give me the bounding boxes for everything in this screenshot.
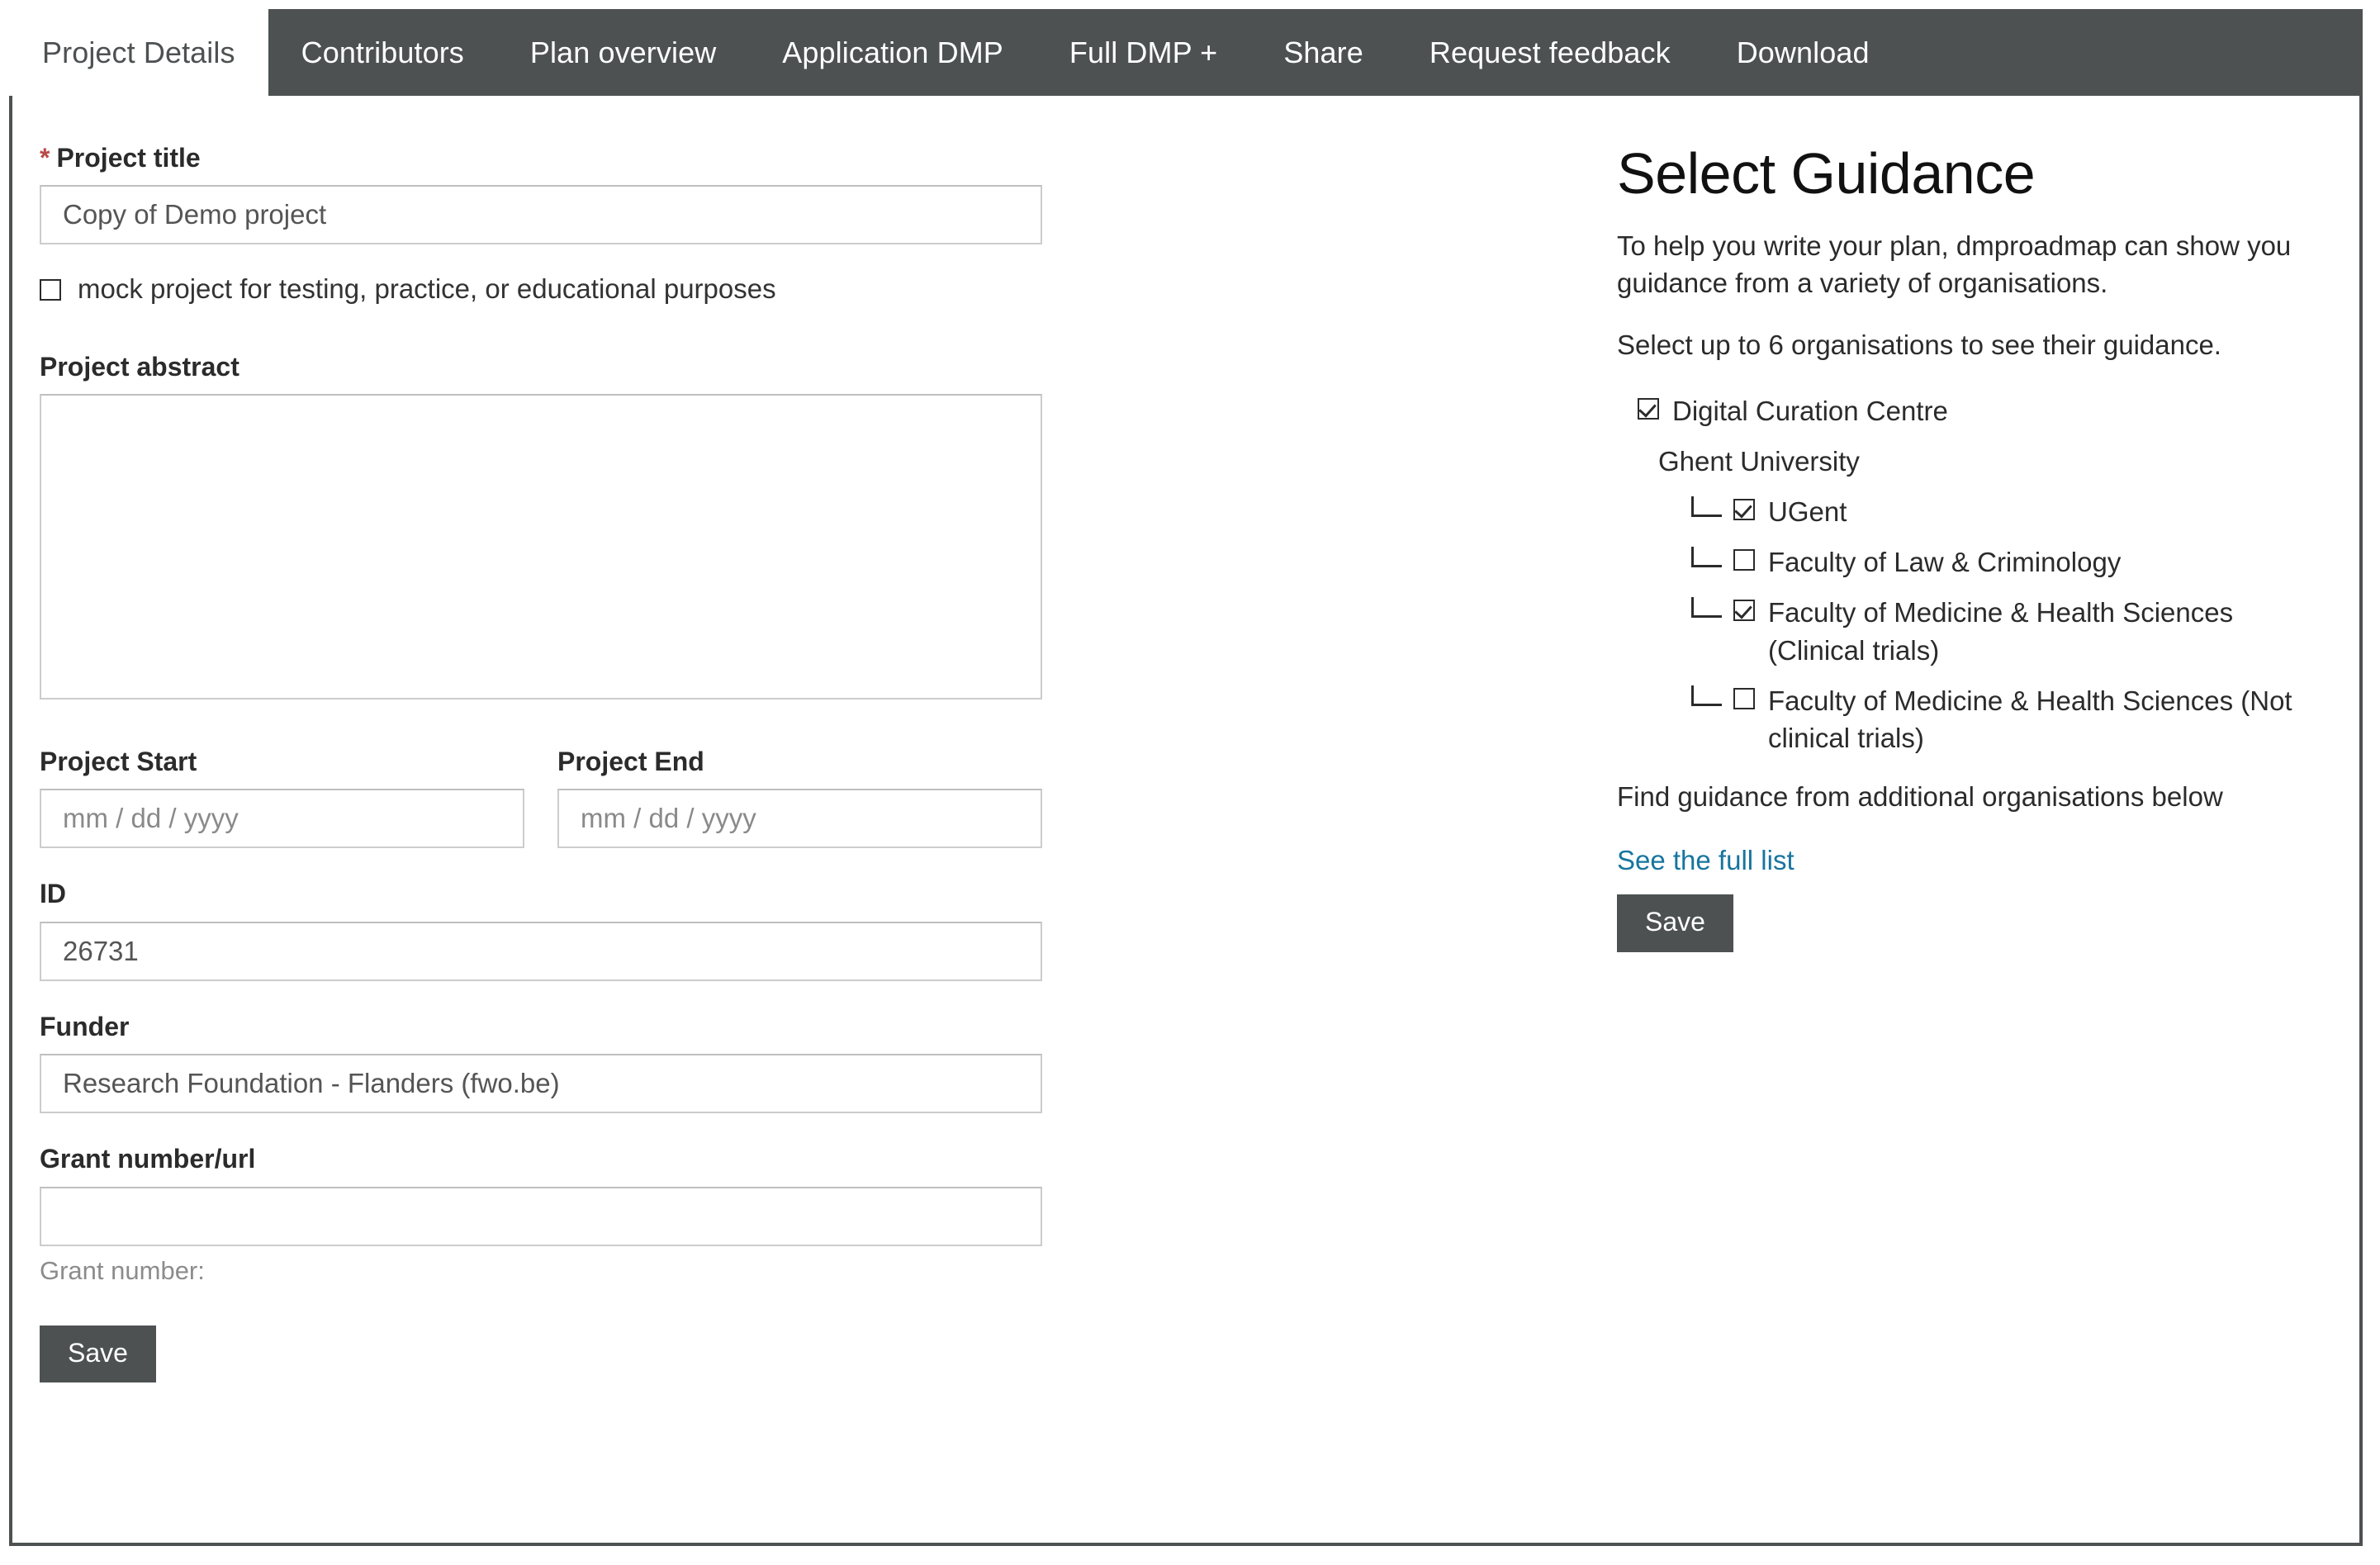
project-end-label: Project End	[557, 747, 704, 777]
tab-plan-overview[interactable]: Plan overview	[497, 9, 749, 96]
guidance-item-label: Faculty of Medicine & Health Sciences (N…	[1768, 685, 2292, 754]
tab-label: Plan overview	[529, 35, 717, 69]
tree-branch-icon	[1691, 597, 1722, 619]
project-dates-row: Project Start mm / dd / yyyy Project End…	[40, 746, 1042, 849]
required-asterisk-icon: *	[40, 143, 50, 173]
see-full-list-link[interactable]: See the full list	[1617, 845, 1794, 876]
tab-label: Full DMP +	[1069, 35, 1218, 69]
tab-contributors[interactable]: Contributors	[268, 9, 497, 96]
id-label: ID	[40, 879, 66, 909]
panel-border-bottom	[9, 1543, 2363, 1546]
tab-download[interactable]: Download	[1704, 9, 1903, 96]
project-end-input[interactable]: mm / dd / yyyy	[557, 789, 1042, 849]
plan-editor-page: Project Details Contributors Plan overvi…	[0, 0, 2380, 1565]
panel-border-right	[2359, 96, 2363, 1546]
tab-label: Share	[1283, 35, 1363, 69]
guidance-item-faculty-medicine-not-clinical-trials[interactable]: Faculty of Medicine & Health Sciences (N…	[1617, 682, 2311, 756]
save-guidance-button[interactable]: Save	[1617, 894, 1733, 952]
tab-label: Contributors	[301, 35, 464, 69]
select-guidance-panel: Select Guidance To help you write your p…	[1617, 142, 2311, 952]
save-project-details-button[interactable]: Save	[40, 1325, 156, 1382]
guidance-item-faculty-medicine-clinical-trials[interactable]: Faculty of Medicine & Health Sciences (C…	[1617, 594, 2311, 668]
tab-request-feedback[interactable]: Request feedback	[1396, 9, 1704, 96]
mock-project-checkbox-row[interactable]: mock project for testing, practice, or e…	[40, 274, 1042, 304]
guidance-item-faculty-law-criminology[interactable]: Faculty of Law & Criminology	[1617, 543, 2311, 581]
project-title-input[interactable]: Copy of Demo project	[40, 185, 1042, 245]
checkbox-checked-icon[interactable]	[1638, 397, 1659, 420]
find-more-organisations-text: Find guidance from additional organisati…	[1617, 781, 2223, 813]
checkbox-checked-icon[interactable]	[1733, 600, 1755, 622]
guidance-item-digital-curation-centre[interactable]: Digital Curation Centre	[1617, 392, 2311, 429]
checkbox-unchecked-icon[interactable]	[40, 278, 61, 301]
guidance-organisation-tree: Digital Curation Centre Ghent University…	[1617, 392, 2311, 757]
funder-input[interactable]: Research Foundation - Flanders (fwo.be)	[40, 1054, 1042, 1114]
tab-project-details[interactable]: Project Details	[9, 9, 268, 96]
funder-label: Funder	[40, 1011, 130, 1041]
checkbox-unchecked-icon[interactable]	[1733, 549, 1755, 571]
guidance-panel-title: Select Guidance	[1617, 141, 2036, 206]
tab-label: Project Details	[42, 35, 235, 69]
guidance-item-label: Faculty of Law & Criminology	[1768, 547, 2122, 578]
tree-branch-icon	[1691, 547, 1722, 568]
tree-branch-icon	[1691, 685, 1722, 706]
id-input[interactable]: 26731	[40, 921, 1042, 981]
checkbox-unchecked-icon[interactable]	[1733, 687, 1755, 709]
project-abstract-textarea[interactable]	[40, 394, 1042, 700]
tree-branch-icon	[1691, 496, 1722, 518]
guidance-item-label: Digital Curation Centre	[1672, 395, 1948, 426]
tab-label: Request feedback	[1429, 35, 1671, 69]
guidance-group-label: Ghent University	[1658, 445, 1860, 477]
grant-number-input[interactable]	[40, 1186, 1042, 1246]
tab-application-dmp[interactable]: Application DMP	[749, 9, 1036, 96]
project-title-label: * Project title	[40, 142, 1042, 173]
guidance-item-ugent[interactable]: UGent	[1617, 493, 2311, 530]
label-text: Project title	[56, 143, 201, 173]
tab-label: Download	[1736, 35, 1870, 69]
project-start-group: Project Start mm / dd / yyyy	[40, 746, 524, 849]
guidance-intro-paragraph-2: Select up to 6 organisations to see thei…	[1617, 330, 2221, 361]
project-start-input[interactable]: mm / dd / yyyy	[40, 789, 524, 849]
project-start-label: Project Start	[40, 747, 197, 777]
checkbox-checked-icon[interactable]	[1733, 499, 1755, 521]
tab-label: Application DMP	[782, 35, 1003, 69]
guidance-intro-paragraph-1: To help you write your plan, dmproadmap …	[1617, 230, 2292, 299]
project-details-form: * Project title Copy of Demo project mock…	[40, 142, 1042, 1382]
plan-tab-bar: Project Details Contributors Plan overvi…	[9, 9, 2363, 96]
guidance-group-ghent-university: Ghent University	[1617, 443, 2311, 480]
tab-full-dmp[interactable]: Full DMP +	[1036, 9, 1250, 96]
grant-number-helper-text: Grant number:	[40, 1255, 205, 1285]
grant-number-label: Grant number/url	[40, 1144, 256, 1174]
guidance-item-label: Faculty of Medicine & Health Sciences (C…	[1768, 597, 2234, 666]
mock-project-checkbox-label: mock project for testing, practice, or e…	[78, 273, 776, 305]
project-abstract-label: Project abstract	[40, 351, 239, 382]
tab-content-panel: * Project title Copy of Demo project mock…	[12, 99, 2359, 1543]
tab-share[interactable]: Share	[1250, 9, 1396, 96]
guidance-item-label: UGent	[1768, 496, 1847, 528]
project-end-group: Project End mm / dd / yyyy	[557, 746, 1042, 849]
